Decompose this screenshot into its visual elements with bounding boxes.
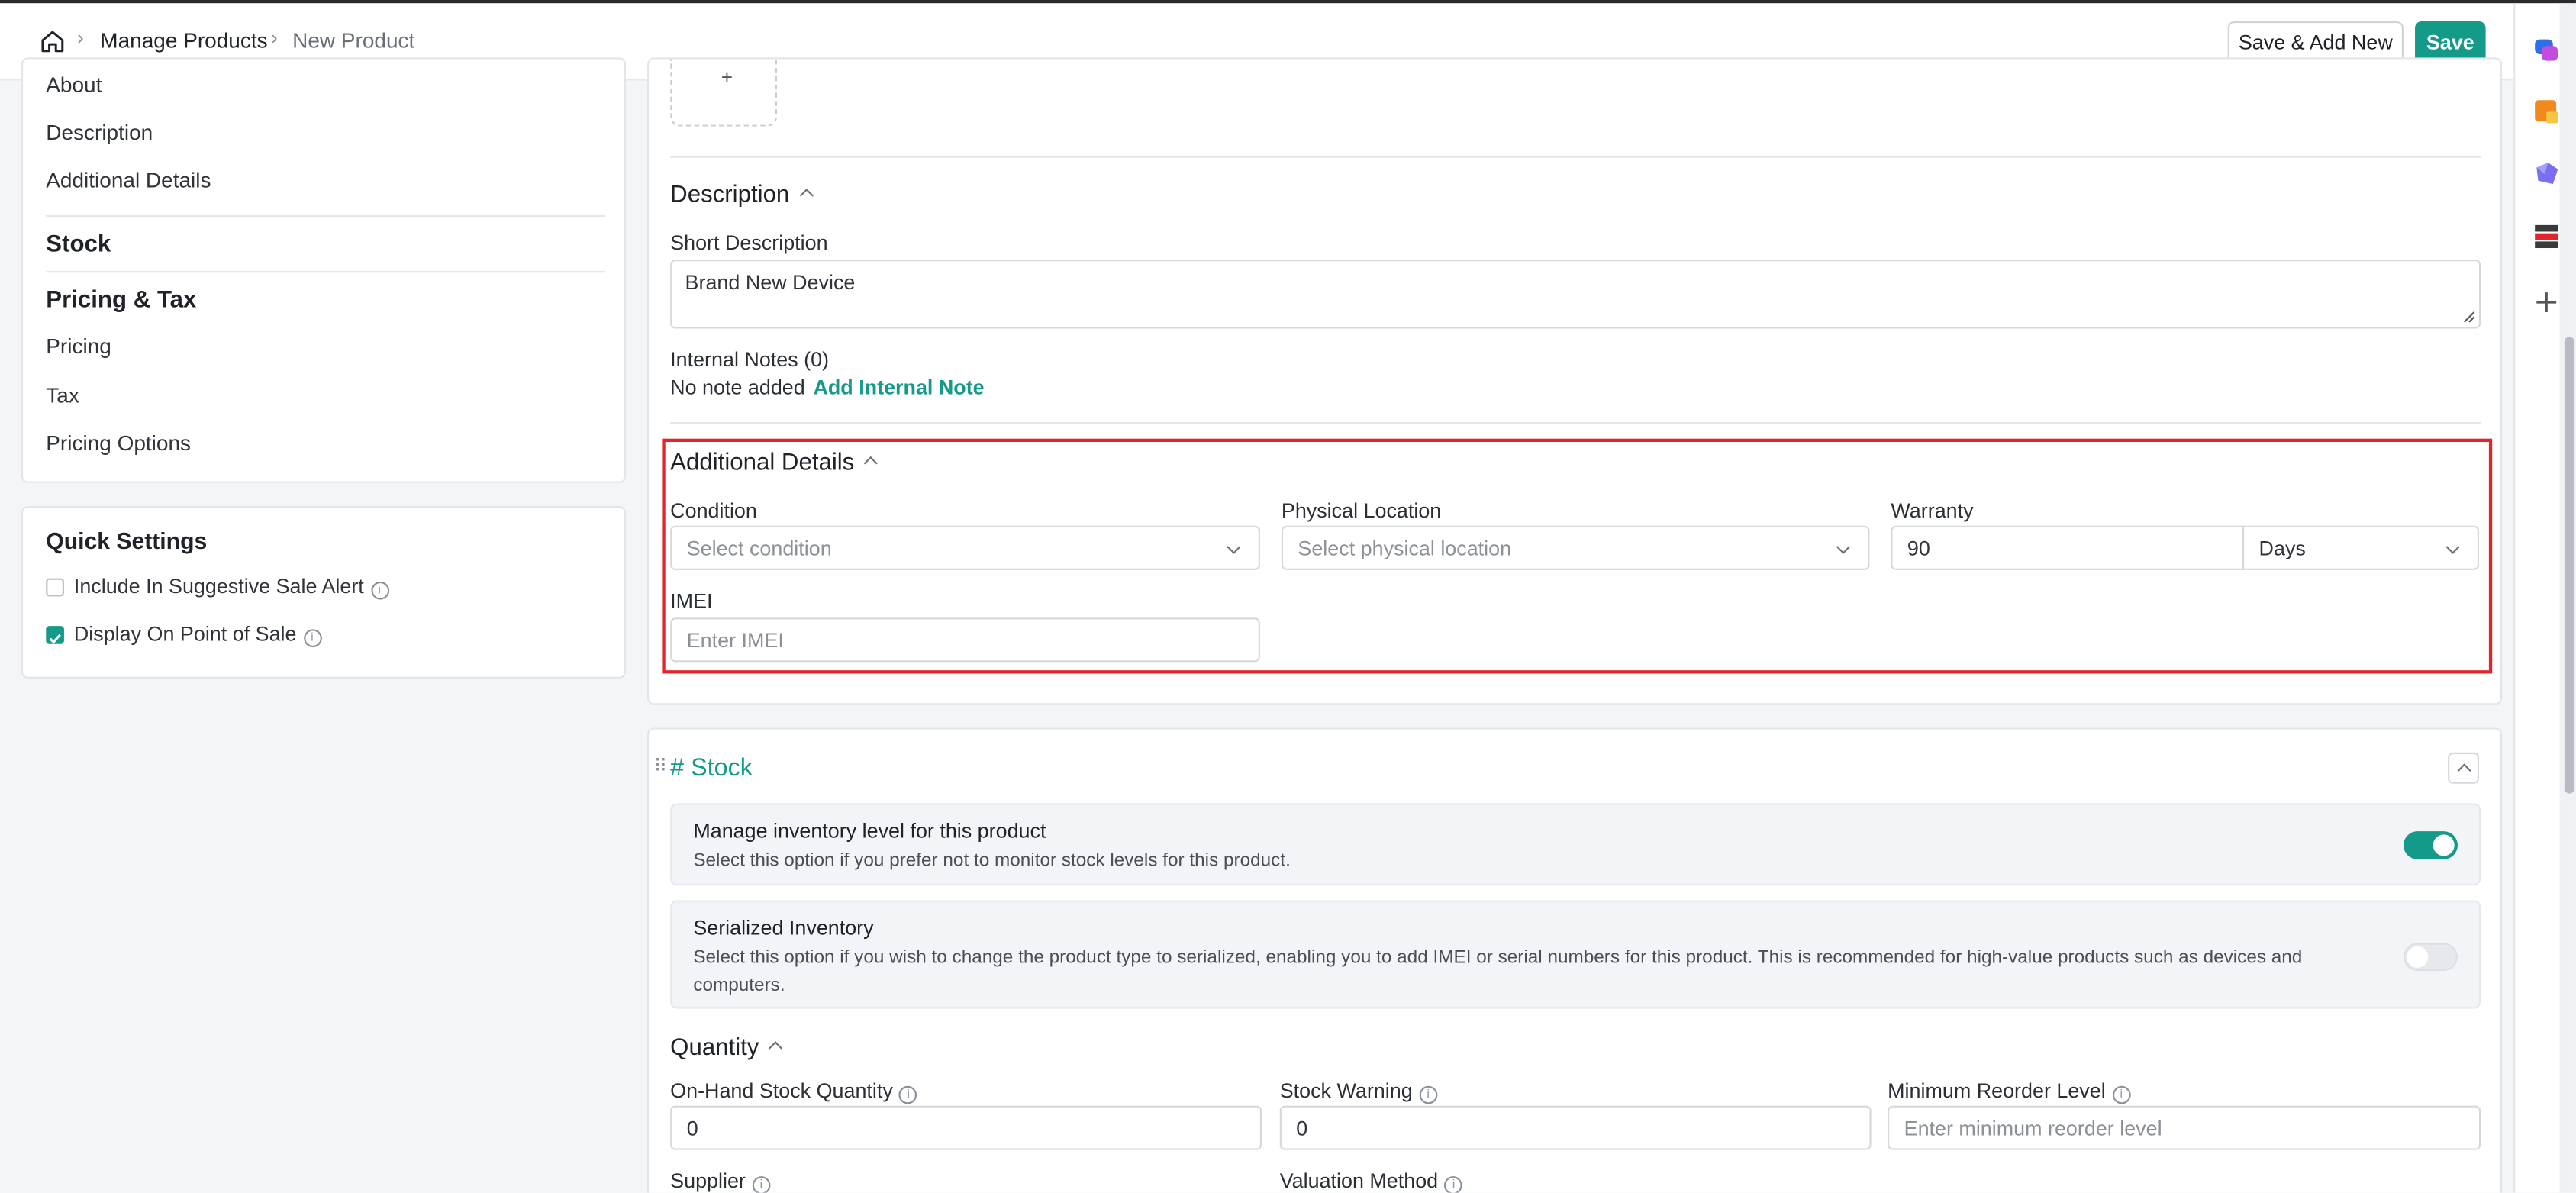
nav-item-pricing[interactable]: Pricing	[46, 334, 111, 358]
collapse-stock-button[interactable]	[2448, 752, 2479, 784]
chevron-up-icon	[798, 189, 813, 203]
drag-handle-icon[interactable]: ⠿	[654, 756, 667, 777]
quantity-section-title[interactable]: Quantity	[670, 1035, 783, 1061]
plus-icon: +	[721, 66, 733, 89]
chevron-up-icon	[863, 456, 879, 471]
sticky-note-icon[interactable]	[2532, 97, 2561, 127]
toggle-knob	[2407, 946, 2429, 968]
scrollbar-thumb[interactable]	[2564, 337, 2574, 794]
imei-placeholder: Enter IMEI	[686, 628, 784, 652]
chevron-right-icon: ›	[77, 26, 84, 50]
info-icon[interactable]: i	[899, 1085, 918, 1104]
chevron-up-icon	[768, 1041, 783, 1056]
physical-location-label: Physical Location	[1281, 499, 1442, 523]
home-icon[interactable]	[40, 28, 66, 54]
stack-icon[interactable]	[2532, 222, 2561, 252]
info-icon[interactable]: i	[1419, 1085, 1437, 1104]
serialized-inventory-desc: Select this option if you wish to change…	[693, 947, 2303, 995]
short-description-value: Brand New Device	[685, 271, 856, 295]
short-description-label: Short Description	[670, 231, 828, 255]
warranty-input[interactable]: 90	[1891, 525, 2245, 570]
valuation-method-label: Valuation Method i	[1280, 1170, 1463, 1193]
divider	[46, 214, 605, 218]
serialized-inventory-option: Serialized Inventory Select this option …	[670, 900, 2481, 1009]
divider	[670, 422, 2481, 424]
physical-location-placeholder: Select physical location	[1298, 536, 1512, 559]
warranty-unit-select[interactable]: Days	[2242, 525, 2479, 570]
no-note-text: No note added	[670, 376, 805, 400]
chevron-down-icon	[1227, 540, 1241, 554]
breadcrumb-current: New Product	[292, 27, 415, 53]
info-icon[interactable]: i	[2112, 1085, 2130, 1104]
manage-inventory-option: Manage inventory level for this product …	[670, 803, 2481, 886]
warranty-label: Warranty	[1891, 499, 1974, 523]
onhand-input[interactable]: 0	[670, 1105, 1262, 1150]
quick-settings-title: Quick Settings	[46, 527, 208, 554]
info-icon[interactable]: i	[370, 581, 389, 600]
display-pos-label: Display On Point of Sale i	[74, 623, 321, 648]
divider	[670, 156, 2481, 158]
info-icon[interactable]: i	[1444, 1176, 1463, 1193]
info-icon[interactable]: i	[303, 629, 321, 648]
divider	[46, 271, 605, 273]
serialized-inventory-title: Serialized Inventory	[693, 917, 874, 940]
imei-label: IMEI	[670, 589, 713, 613]
nav-item-pricing-options[interactable]: Pricing Options	[46, 430, 191, 455]
nav-item-additional-details[interactable]: Additional Details	[46, 168, 211, 192]
reorder-level-label: Minimum Reorder Level i	[1888, 1079, 2130, 1104]
chevron-down-icon	[1836, 540, 1851, 554]
stock-warning-input[interactable]: 0	[1279, 1105, 1872, 1150]
manage-inventory-toggle[interactable]	[2403, 831, 2458, 859]
chat-bubble-icon[interactable]	[2532, 36, 2561, 66]
stock-warning-label: Stock Warning i	[1280, 1079, 1437, 1104]
suggestive-sale-label: Include In Suggestive Sale Alert i	[74, 575, 389, 600]
reorder-level-input[interactable]: Enter minimum reorder level	[1888, 1105, 2481, 1150]
warranty-value: 90	[1907, 536, 1930, 559]
nav-item-description[interactable]: Description	[46, 120, 153, 144]
plus-icon[interactable]	[2532, 288, 2561, 318]
reorder-level-placeholder: Enter minimum reorder level	[1904, 1116, 2162, 1140]
gem-icon[interactable]	[2532, 160, 2561, 189]
chevron-down-icon	[2445, 540, 2460, 554]
toggle-knob	[2433, 834, 2455, 856]
physical-location-select[interactable]: Select physical location	[1281, 525, 1870, 570]
section-nav-card: About Description Additional Details Sto…	[21, 57, 627, 483]
stock-warning-value: 0	[1296, 1116, 1308, 1140]
description-section-title[interactable]: Description	[670, 182, 813, 208]
additional-details-section-title[interactable]: Additional Details	[670, 450, 879, 476]
supplier-label: Supplier i	[670, 1170, 771, 1193]
nav-item-tax[interactable]: Tax	[46, 383, 79, 408]
display-pos-checkbox[interactable]	[46, 626, 64, 644]
stock-section-title[interactable]: # Stock	[670, 754, 753, 782]
breadcrumb-manage-products[interactable]: Manage Products	[100, 28, 267, 53]
chevron-up-icon	[2457, 763, 2471, 778]
info-icon[interactable]: i	[752, 1176, 771, 1193]
onhand-value: 0	[686, 1116, 698, 1140]
chevron-right-icon: ›	[271, 26, 278, 50]
warranty-unit-value: Days	[2258, 536, 2306, 559]
short-description-textarea[interactable]: Brand New Device	[670, 260, 2481, 329]
manage-inventory-desc: Select this option if you prefer not to …	[693, 850, 1291, 871]
nav-group-pricing-tax[interactable]: Pricing & Tax	[46, 288, 196, 314]
suggestive-sale-checkbox[interactable]	[46, 578, 64, 597]
resize-handle-icon[interactable]	[2462, 311, 2475, 324]
internal-notes-label: Internal Notes (0)	[670, 348, 830, 372]
condition-placeholder: Select condition	[686, 536, 832, 559]
checkmark-icon	[49, 634, 61, 644]
serialized-inventory-toggle[interactable]	[2403, 943, 2458, 972]
add-internal-note-link[interactable]: Add Internal Note	[813, 376, 984, 399]
imei-input[interactable]: Enter IMEI	[670, 617, 1260, 663]
condition-label: Condition	[670, 499, 757, 523]
nav-item-about[interactable]: About	[46, 73, 102, 97]
image-upload-tile[interactable]: +	[670, 59, 778, 127]
manage-inventory-title: Manage inventory level for this product	[693, 820, 1046, 843]
onhand-label: On-Hand Stock Quantity i	[670, 1079, 918, 1104]
nav-group-stock[interactable]: Stock	[46, 231, 111, 257]
quick-settings-card: Quick Settings Include In Suggestive Sal…	[21, 505, 627, 679]
condition-select[interactable]: Select condition	[670, 525, 1260, 570]
